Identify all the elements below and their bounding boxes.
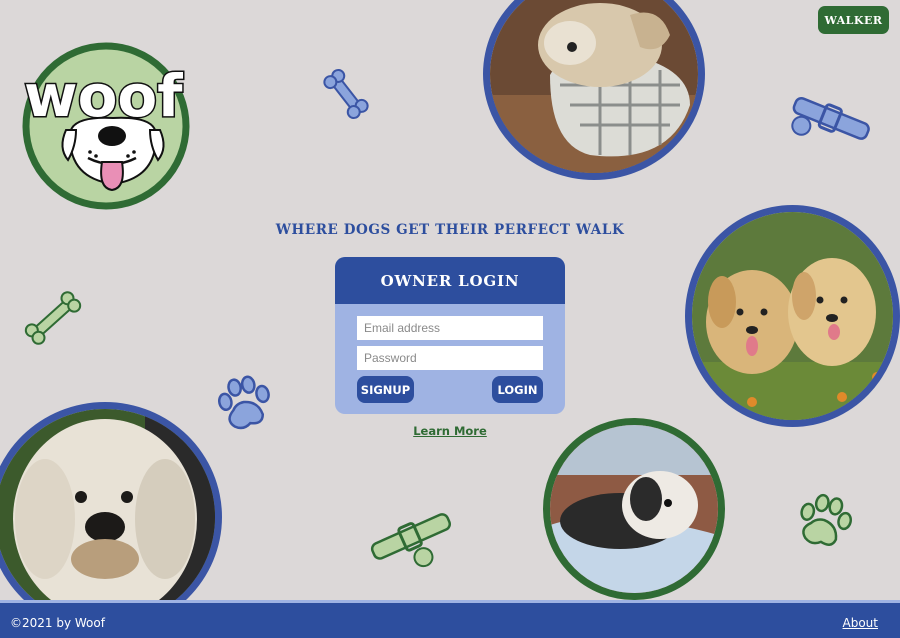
walker-button[interactable]: WALKER [818, 6, 889, 34]
tagline: WHERE DOGS GET THEIR PERFECT WALK [275, 222, 625, 238]
signup-button[interactable]: SIGNUP [357, 376, 414, 403]
about-link[interactable]: About [843, 616, 878, 630]
woof-logo: woof [18, 38, 198, 214]
paw-icon [218, 375, 270, 430]
collar-icon [370, 513, 452, 568]
dog-photo-shihtzu-bed [483, 0, 705, 180]
login-title: OWNER LOGIN [335, 257, 565, 304]
dog-photo-shihtzu-blanket [543, 418, 725, 600]
login-button[interactable]: LOGIN [492, 376, 543, 403]
password-field[interactable] [357, 346, 543, 370]
dog-photo-doodle [0, 402, 222, 632]
owner-login-card: OWNER LOGIN SIGNUP LOGIN [335, 257, 565, 414]
paw-icon [800, 493, 853, 546]
bone-icon [24, 291, 82, 345]
copyright-text: ©2021 by Woof [10, 616, 105, 630]
email-field[interactable] [357, 316, 543, 340]
collar-icon [791, 96, 870, 140]
dog-photo-golden-puppies [685, 205, 900, 427]
learn-more-link[interactable]: Learn More [400, 424, 500, 438]
bone-icon [323, 68, 369, 120]
logo-text: woof [24, 62, 183, 130]
footer: ©2021 by Woof About [0, 600, 900, 638]
